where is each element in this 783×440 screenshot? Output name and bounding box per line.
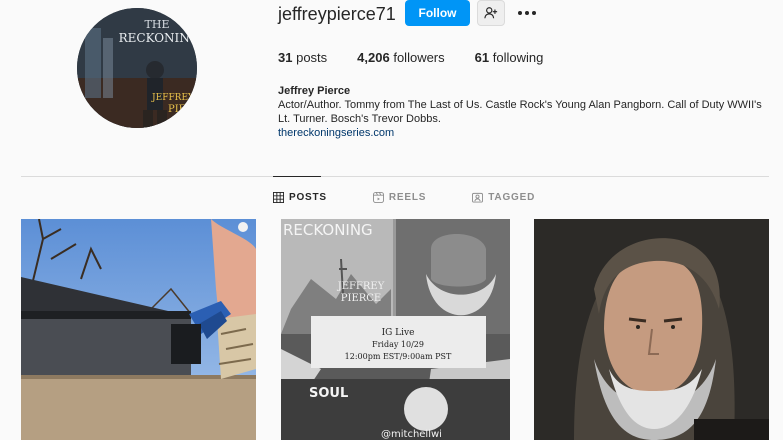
profile-username: jeffreypierce71 [278,4,396,24]
tab-reels-label: REELS [388,192,427,203]
person-plus-icon [484,7,498,19]
active-tab-indicator [273,176,321,177]
grid-icon [273,192,284,203]
following-count[interactable]: 61 following [475,50,544,65]
post-thumbnail-3[interactable] [534,219,769,440]
profile-stats: 31 posts 4,206 followers 61 following [278,50,573,65]
following-count-label: following [492,50,544,65]
post-2-image: RECKONING JEFFREY PIERCE IG Live Friday … [281,219,510,440]
profile-bio: Jeffrey Pierce Actor/Author. Tommy from … [278,84,773,140]
post-2-author-line1: JEFFREY [337,281,385,292]
posts-count-label: posts [296,50,328,65]
following-count-value: 61 [474,50,490,65]
followers-count[interactable]: 4,206 followers [357,50,444,65]
avatar-text-author1: JEFFREY [151,93,195,103]
avatar-text-reckoning: RECKONING [119,31,197,45]
posts-count: 31 posts [278,50,327,65]
posts-count-value: 31 [278,50,293,65]
post-thumbnail-2[interactable]: RECKONING JEFFREY PIERCE IG Live Friday … [281,219,510,440]
bio-text-line2: Lt. Turner. Bosch's Trevor Dobbs. [278,113,441,125]
post-2-author-line2: PIERCE [341,293,381,304]
post-thumbnail-1[interactable] [21,219,256,440]
tab-tagged-label: TAGGED [488,192,536,203]
post-2-event-title: IG Live [382,328,415,338]
follow-button[interactable]: Follow [405,0,470,26]
post-2-handle: @mitchellwi [381,429,442,440]
post-2-book-title: RECKONING [283,221,373,239]
followers-count-value: 4,206 [357,50,390,65]
post-3-image [534,219,769,440]
tab-tagged[interactable]: TAGGED [472,192,535,203]
avatar-text-author2: PIE [168,104,186,115]
tab-posts-label: POSTS [289,192,327,203]
more-options-button[interactable] [515,2,539,24]
tab-reels[interactable]: REELS [372,192,427,203]
post-2-event-date: Friday 10/29 [372,340,424,349]
avatar-text-the: THE [145,18,170,31]
tab-posts[interactable]: POSTS [273,192,327,203]
post-1-image [21,219,256,440]
reels-icon [372,192,384,203]
bio-website-link[interactable]: thereckoningseries.com [278,126,773,140]
post-2-event-time: 12:00pm EST/9:00am PST [345,352,452,361]
profile-full-name: Jeffrey Pierce [278,85,351,97]
post-2-graffiti: SOUL [309,386,348,401]
more-dots-icon [518,11,536,15]
tabs-divider [21,176,769,177]
followers-count-label: followers [393,50,445,65]
profile-avatar[interactable]: THE RECKONING JEFFREY PIE [77,8,197,128]
tagged-icon [472,192,484,203]
profile-tabs: POSTS REELS TAGGED [273,192,581,203]
bio-text-line1: Actor/Author. Tommy from The Last of Us.… [278,99,762,111]
suggested-accounts-button[interactable] [477,0,505,26]
